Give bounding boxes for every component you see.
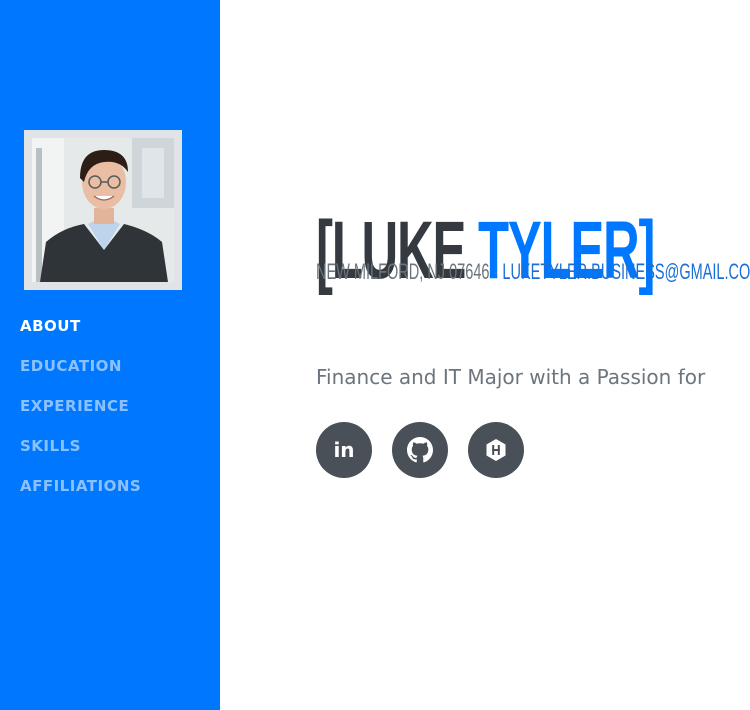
profile-photo xyxy=(32,138,174,282)
tagline: Finance and IT Major with a Passion for xyxy=(316,365,706,389)
nav-link-skills[interactable]: SKILLS xyxy=(20,436,141,456)
nav-item-skills[interactable]: SKILLS xyxy=(20,436,141,476)
linkedin-icon: in xyxy=(333,438,354,462)
sidebar-nav: ABOUT EDUCATION EXPERIENCE SKILLS AFFILI… xyxy=(0,0,220,710)
nav-link-about[interactable]: ABOUT xyxy=(20,316,141,336)
github-icon xyxy=(407,437,433,463)
nav-item-experience[interactable]: EXPERIENCE xyxy=(20,396,141,436)
linkedin-button[interactable]: in xyxy=(316,422,372,478)
separator-dot: · xyxy=(489,259,503,284)
hackerrank-button[interactable] xyxy=(468,422,524,478)
email-link[interactable]: LUKETYLER.BUSINESS@GMAIL.COM xyxy=(502,259,750,284)
nav-item-affiliations[interactable]: AFFILIATIONS xyxy=(20,476,141,516)
linkedin-glyph: in xyxy=(333,438,354,462)
location-text: NEW MILFORD, NJ 07646 xyxy=(316,259,490,284)
nav-link-affiliations[interactable]: AFFILIATIONS xyxy=(20,476,141,496)
contact-line: NEW MILFORD, NJ 07646 · LUKETYLER.BUSINE… xyxy=(316,258,750,286)
nav-link-experience[interactable]: EXPERIENCE xyxy=(20,396,141,416)
nav-link-education[interactable]: EDUCATION xyxy=(20,356,141,376)
social-icons: in xyxy=(316,422,524,478)
nav-item-education[interactable]: EDUCATION xyxy=(20,356,141,396)
hackerrank-icon xyxy=(486,439,506,461)
about-section: [LUKE TYLER] NEW MILFORD, NJ 07646 · LUK… xyxy=(316,0,750,710)
nav-item-about[interactable]: ABOUT xyxy=(20,316,141,356)
nav-menu: ABOUT EDUCATION EXPERIENCE SKILLS AFFILI… xyxy=(20,316,141,516)
github-button[interactable] xyxy=(392,422,448,478)
profile-avatar xyxy=(24,130,182,290)
